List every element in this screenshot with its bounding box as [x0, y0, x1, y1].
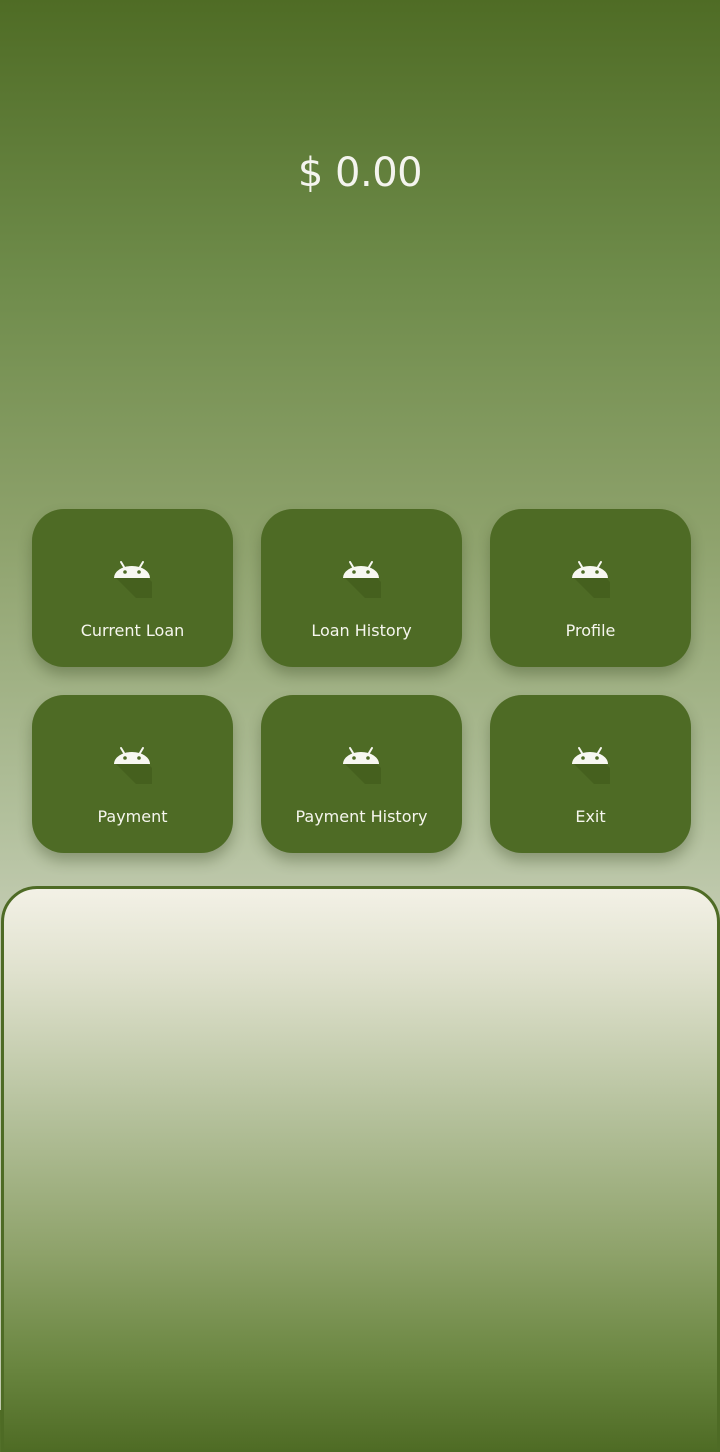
tile-label: Profile: [565, 621, 616, 640]
exit-button[interactable]: Exit: [490, 695, 691, 853]
tile-label: Payment History: [295, 807, 428, 826]
tile-label: Exit: [575, 807, 606, 826]
tile-label: Current Loan: [80, 621, 185, 640]
loan-history-button[interactable]: Loan History: [261, 509, 462, 667]
profile-button[interactable]: Profile: [490, 509, 691, 667]
android-icon: [112, 745, 152, 785]
payment-button[interactable]: Payment: [32, 695, 233, 853]
android-icon: [570, 745, 610, 785]
android-icon: [341, 745, 381, 785]
tile-label: Loan History: [311, 621, 412, 640]
balance-amount: $ 0.00: [297, 150, 423, 196]
menu-grid: Current Loan Loan History Profile Paymen…: [32, 509, 691, 853]
tile-label: Payment: [97, 807, 168, 826]
current-loan-button[interactable]: Current Loan: [32, 509, 233, 667]
payment-history-button[interactable]: Payment History: [261, 695, 462, 853]
android-icon: [570, 559, 610, 599]
android-icon: [341, 559, 381, 599]
bottom-panel: [1, 886, 720, 1452]
android-icon: [112, 559, 152, 599]
